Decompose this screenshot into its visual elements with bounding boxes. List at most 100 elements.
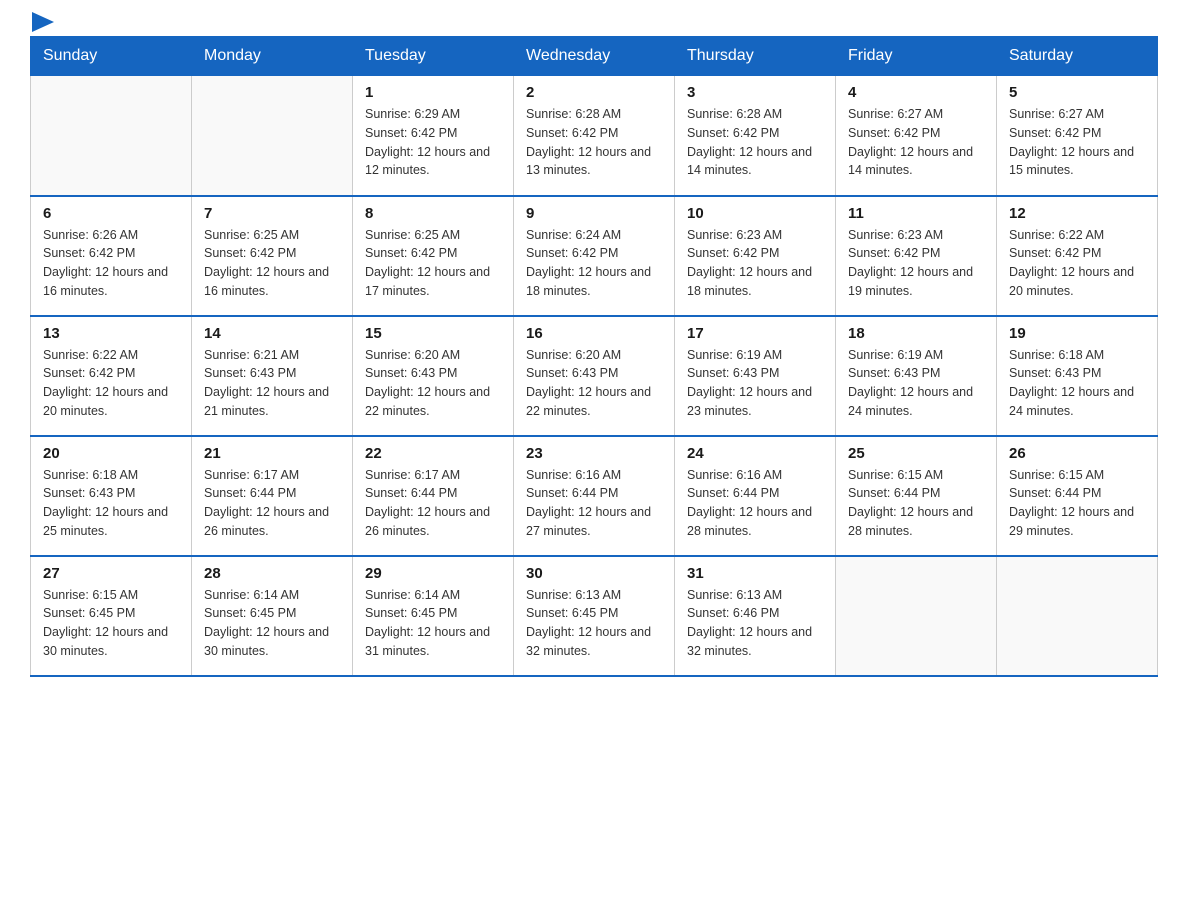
calendar-cell: 11Sunrise: 6:23 AMSunset: 6:42 PMDayligh…: [836, 196, 997, 316]
day-number: 20: [43, 445, 179, 462]
day-number: 26: [1009, 445, 1145, 462]
calendar-cell: 9 Sunrise: 6:24 AMSunset: 6:42 PMDaylight…: [514, 196, 675, 316]
calendar-cell: 7 Sunrise: 6:25 AMSunset: 6:42 PMDaylight…: [192, 196, 353, 316]
day-number: 10: [687, 205, 823, 222]
day-number: 17: [687, 325, 823, 342]
day-number: 28: [204, 565, 340, 582]
week-row: 20 Sunrise: 6:18 AMSunset: 6:43 PMDayligh…: [31, 436, 1158, 556]
day-info: Sunrise: 6:18 AMSunset: 6:43 PMDaylight:…: [43, 466, 179, 541]
day-of-week-header: Thursday: [675, 37, 836, 76]
day-info: Sunrise: 6:19 AMSunset: 6:43 PMDaylight:…: [848, 346, 984, 421]
calendar-cell: [836, 556, 997, 676]
day-number: 7: [204, 205, 340, 222]
calendar-cell: 12 Sunrise: 6:22 AMSunset: 6:42 PMDayligh…: [997, 196, 1158, 316]
calendar-cell: 14Sunrise: 6:21 AMSunset: 6:43 PMDayligh…: [192, 316, 353, 436]
calendar-cell: 18 Sunrise: 6:19 AMSunset: 6:43 PMDayligh…: [836, 316, 997, 436]
day-number: 8: [365, 205, 501, 222]
day-number: 19: [1009, 325, 1145, 342]
day-info: Sunrise: 6:17 AMSunset: 6:44 PMDaylight:…: [365, 466, 501, 541]
day-info: Sunrise: 6:28 AMSunset: 6:42 PMDaylight:…: [526, 105, 662, 180]
day-number: 2: [526, 84, 662, 101]
day-info: Sunrise: 6:17 AMSunset: 6:44 PMDaylight:…: [204, 466, 340, 541]
day-number: 4: [848, 84, 984, 101]
day-number: 30: [526, 565, 662, 582]
week-row: 27Sunrise: 6:15 AMSunset: 6:45 PMDayligh…: [31, 556, 1158, 676]
page-header: [30, 20, 1158, 26]
day-info: Sunrise: 6:14 AMSunset: 6:45 PMDaylight:…: [204, 586, 340, 661]
calendar-cell: [192, 76, 353, 196]
day-info: Sunrise: 6:19 AMSunset: 6:43 PMDaylight:…: [687, 346, 823, 421]
calendar-cell: 3 Sunrise: 6:28 AMSunset: 6:42 PMDaylight…: [675, 76, 836, 196]
day-info: Sunrise: 6:16 AMSunset: 6:44 PMDaylight:…: [687, 466, 823, 541]
day-of-week-header: Saturday: [997, 37, 1158, 76]
week-row: 1Sunrise: 6:29 AMSunset: 6:42 PMDaylight…: [31, 76, 1158, 196]
day-number: 1: [365, 84, 501, 101]
calendar-cell: 20 Sunrise: 6:18 AMSunset: 6:43 PMDayligh…: [31, 436, 192, 556]
day-number: 22: [365, 445, 501, 462]
day-info: Sunrise: 6:14 AMSunset: 6:45 PMDaylight:…: [365, 586, 501, 661]
calendar-cell: 24Sunrise: 6:16 AMSunset: 6:44 PMDayligh…: [675, 436, 836, 556]
day-number: 14: [204, 325, 340, 342]
days-header-row: SundayMondayTuesdayWednesdayThursdayFrid…: [31, 37, 1158, 76]
day-number: 29: [365, 565, 501, 582]
day-info: Sunrise: 6:15 AMSunset: 6:45 PMDaylight:…: [43, 586, 179, 661]
calendar-cell: 25Sunrise: 6:15 AMSunset: 6:44 PMDayligh…: [836, 436, 997, 556]
day-number: 5: [1009, 84, 1145, 101]
calendar-cell: 5 Sunrise: 6:27 AMSunset: 6:42 PMDaylight…: [997, 76, 1158, 196]
calendar-cell: 17 Sunrise: 6:19 AMSunset: 6:43 PMDayligh…: [675, 316, 836, 436]
day-number: 31: [687, 565, 823, 582]
day-number: 6: [43, 205, 179, 222]
logo-arrow-icon: [32, 12, 54, 32]
day-number: 15: [365, 325, 501, 342]
day-info: Sunrise: 6:26 AMSunset: 6:42 PMDaylight:…: [43, 226, 179, 301]
day-number: 12: [1009, 205, 1145, 222]
day-info: Sunrise: 6:28 AMSunset: 6:42 PMDaylight:…: [687, 105, 823, 180]
calendar-cell: 2 Sunrise: 6:28 AMSunset: 6:42 PMDaylight…: [514, 76, 675, 196]
day-number: 3: [687, 84, 823, 101]
day-of-week-header: Friday: [836, 37, 997, 76]
calendar-cell: 31 Sunrise: 6:13 AMSunset: 6:46 PMDayligh…: [675, 556, 836, 676]
day-of-week-header: Monday: [192, 37, 353, 76]
day-info: Sunrise: 6:24 AMSunset: 6:42 PMDaylight:…: [526, 226, 662, 301]
day-number: 23: [526, 445, 662, 462]
calendar-cell: 27Sunrise: 6:15 AMSunset: 6:45 PMDayligh…: [31, 556, 192, 676]
calendar-cell: 4 Sunrise: 6:27 AMSunset: 6:42 PMDaylight…: [836, 76, 997, 196]
day-info: Sunrise: 6:13 AMSunset: 6:46 PMDaylight:…: [687, 586, 823, 661]
day-of-week-header: Sunday: [31, 37, 192, 76]
day-number: 13: [43, 325, 179, 342]
day-number: 16: [526, 325, 662, 342]
day-info: Sunrise: 6:25 AMSunset: 6:42 PMDaylight:…: [204, 226, 340, 301]
calendar-cell: 15Sunrise: 6:20 AMSunset: 6:43 PMDayligh…: [353, 316, 514, 436]
calendar-cell: 23Sunrise: 6:16 AMSunset: 6:44 PMDayligh…: [514, 436, 675, 556]
day-info: Sunrise: 6:13 AMSunset: 6:45 PMDaylight:…: [526, 586, 662, 661]
calendar-cell: 8 Sunrise: 6:25 AMSunset: 6:42 PMDaylight…: [353, 196, 514, 316]
calendar-cell: 19 Sunrise: 6:18 AMSunset: 6:43 PMDayligh…: [997, 316, 1158, 436]
day-info: Sunrise: 6:25 AMSunset: 6:42 PMDaylight:…: [365, 226, 501, 301]
day-info: Sunrise: 6:27 AMSunset: 6:42 PMDaylight:…: [1009, 105, 1145, 180]
day-of-week-header: Wednesday: [514, 37, 675, 76]
calendar-cell: 21 Sunrise: 6:17 AMSunset: 6:44 PMDayligh…: [192, 436, 353, 556]
day-number: 9: [526, 205, 662, 222]
week-row: 6 Sunrise: 6:26 AMSunset: 6:42 PMDaylight…: [31, 196, 1158, 316]
calendar-cell: 28 Sunrise: 6:14 AMSunset: 6:45 PMDayligh…: [192, 556, 353, 676]
day-info: Sunrise: 6:23 AMSunset: 6:42 PMDaylight:…: [848, 226, 984, 301]
calendar-cell: 26 Sunrise: 6:15 AMSunset: 6:44 PMDayligh…: [997, 436, 1158, 556]
calendar-table: SundayMondayTuesdayWednesdayThursdayFrid…: [30, 36, 1158, 677]
day-info: Sunrise: 6:22 AMSunset: 6:42 PMDaylight:…: [43, 346, 179, 421]
calendar-cell: [997, 556, 1158, 676]
calendar-cell: [31, 76, 192, 196]
day-info: Sunrise: 6:22 AMSunset: 6:42 PMDaylight:…: [1009, 226, 1145, 301]
week-row: 13 Sunrise: 6:22 AMSunset: 6:42 PMDayligh…: [31, 316, 1158, 436]
calendar-cell: 13 Sunrise: 6:22 AMSunset: 6:42 PMDayligh…: [31, 316, 192, 436]
day-info: Sunrise: 6:27 AMSunset: 6:42 PMDaylight:…: [848, 105, 984, 180]
day-info: Sunrise: 6:15 AMSunset: 6:44 PMDaylight:…: [1009, 466, 1145, 541]
logo: [30, 20, 54, 26]
calendar-cell: 6 Sunrise: 6:26 AMSunset: 6:42 PMDaylight…: [31, 196, 192, 316]
day-of-week-header: Tuesday: [353, 37, 514, 76]
day-info: Sunrise: 6:18 AMSunset: 6:43 PMDaylight:…: [1009, 346, 1145, 421]
day-number: 18: [848, 325, 984, 342]
day-info: Sunrise: 6:23 AMSunset: 6:42 PMDaylight:…: [687, 226, 823, 301]
day-number: 21: [204, 445, 340, 462]
day-info: Sunrise: 6:15 AMSunset: 6:44 PMDaylight:…: [848, 466, 984, 541]
calendar-cell: 29 Sunrise: 6:14 AMSunset: 6:45 PMDayligh…: [353, 556, 514, 676]
